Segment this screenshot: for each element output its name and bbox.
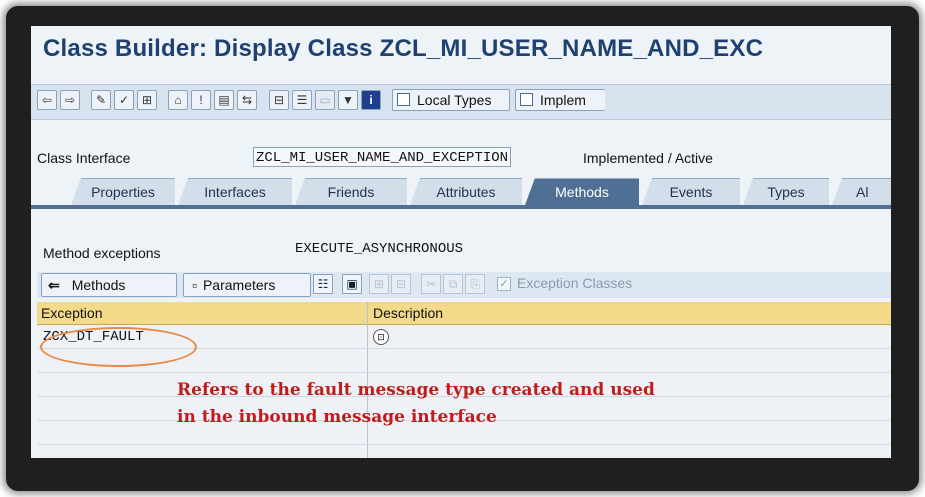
delete-row-icon[interactable]: ⊟ bbox=[391, 274, 411, 294]
method-exceptions-label: Method exceptions bbox=[43, 245, 161, 261]
exception-classes-label: Exception Classes bbox=[517, 275, 633, 291]
class-interface-field[interactable]: ZCL_MI_USER_NAME_AND_EXCEPTION bbox=[253, 147, 512, 167]
exceptions-toolbar: ⇐ Methods ▫ Parameters ☷ ▣ ⊞ ⊟ ✂ ⧉ ⎘ ✓ Exc… bbox=[37, 272, 891, 298]
application-toolbar: ⇦ ⇨ ✎ ✓ ⊞ ⌂ ! ▤ ⇆ ⊟ ☰ ▭ ▼ i Local Types … bbox=[31, 84, 891, 120]
tree-icon[interactable]: ☰ bbox=[292, 90, 312, 110]
tab-interfaces[interactable]: Interfaces bbox=[178, 178, 292, 205]
document-icon bbox=[520, 93, 533, 106]
highlight-ellipse bbox=[40, 327, 197, 367]
local-types-label: Local Types bbox=[417, 92, 492, 108]
insert-row-icon[interactable]: ⊞ bbox=[369, 274, 389, 294]
activate-icon[interactable]: ⊞ bbox=[137, 90, 157, 110]
class-interface-label: Class Interface bbox=[37, 150, 131, 166]
tab-attributes[interactable]: Attributes bbox=[410, 178, 522, 205]
edit-pencil-icon[interactable]: ✎ bbox=[91, 90, 111, 110]
tab-methods[interactable]: Methods bbox=[525, 178, 639, 205]
cut-icon[interactable]: ✂ bbox=[421, 274, 441, 294]
hierarchy-icon[interactable]: ⊟ bbox=[269, 90, 289, 110]
copy-icon[interactable]: ⧉ bbox=[443, 274, 463, 294]
tab-aliases[interactable]: Al bbox=[832, 178, 891, 205]
description-edit-icon[interactable]: ⊡ bbox=[373, 329, 389, 345]
info-icon[interactable]: ! bbox=[191, 90, 211, 110]
title-bar: Class Builder: Display Class ZCL_MI_USER… bbox=[31, 26, 891, 72]
display-object-list-icon[interactable]: ▤ bbox=[214, 90, 234, 110]
exception-classes-checkbox[interactable]: ✓ bbox=[497, 277, 511, 291]
document-icon bbox=[397, 93, 410, 106]
tab-strip: Properties Interfaces Friends Attributes… bbox=[31, 178, 891, 206]
local-types-button[interactable]: Local Types bbox=[392, 89, 510, 111]
method-name-field: EXECUTE_ASYNCHRONOUS bbox=[295, 241, 464, 257]
tab-events[interactable]: Events bbox=[642, 178, 740, 205]
annotation-line-2: in the inbound message interface bbox=[177, 407, 497, 427]
forward-arrow-icon[interactable]: ⇨ bbox=[60, 90, 80, 110]
back-arrow-icon[interactable]: ⇦ bbox=[37, 90, 57, 110]
tab-friends[interactable]: Friends bbox=[295, 178, 407, 205]
back-to-methods-button[interactable]: ⇐ Methods bbox=[41, 273, 177, 297]
navigate-icon[interactable]: ⇆ bbox=[237, 90, 257, 110]
implementation-button[interactable]: Implem bbox=[515, 89, 605, 111]
class-status: Implemented / Active bbox=[583, 150, 713, 166]
column-header-description[interactable]: Description bbox=[369, 302, 891, 324]
row-divider bbox=[37, 372, 891, 373]
tab-properties[interactable]: Properties bbox=[71, 178, 175, 205]
where-used-icon[interactable]: ⌂ bbox=[168, 90, 188, 110]
table-header: Exception Description bbox=[37, 302, 891, 325]
square-icon: ▫ bbox=[192, 277, 197, 293]
paste-icon[interactable]: ⎘ bbox=[465, 274, 485, 294]
parameters-button-label: Parameters bbox=[202, 277, 276, 293]
arrow-left-icon: ⇐ bbox=[48, 277, 60, 293]
check-icon[interactable]: ✓ bbox=[114, 90, 134, 110]
save-icon[interactable]: ▣ bbox=[342, 274, 362, 294]
methods-button-label: Methods bbox=[71, 277, 126, 293]
row-divider bbox=[37, 444, 891, 445]
implementation-label: Implem bbox=[540, 92, 586, 108]
filter-icon[interactable]: ▼ bbox=[338, 90, 358, 110]
annotation-line-1: Refers to the fault message type created… bbox=[177, 380, 655, 400]
parameters-button[interactable]: ▫ Parameters bbox=[183, 273, 311, 297]
tab-types[interactable]: Types bbox=[743, 178, 829, 205]
sap-window: Class Builder: Display Class ZCL_MI_USER… bbox=[31, 26, 891, 458]
column-header-exception[interactable]: Exception bbox=[37, 302, 367, 324]
info-i-icon[interactable]: i bbox=[361, 90, 381, 110]
window-title: Class Builder: Display Class ZCL_MI_USER… bbox=[43, 35, 764, 62]
list-icon[interactable]: ☷ bbox=[313, 274, 333, 294]
blank-icon[interactable]: ▭ bbox=[315, 90, 335, 110]
